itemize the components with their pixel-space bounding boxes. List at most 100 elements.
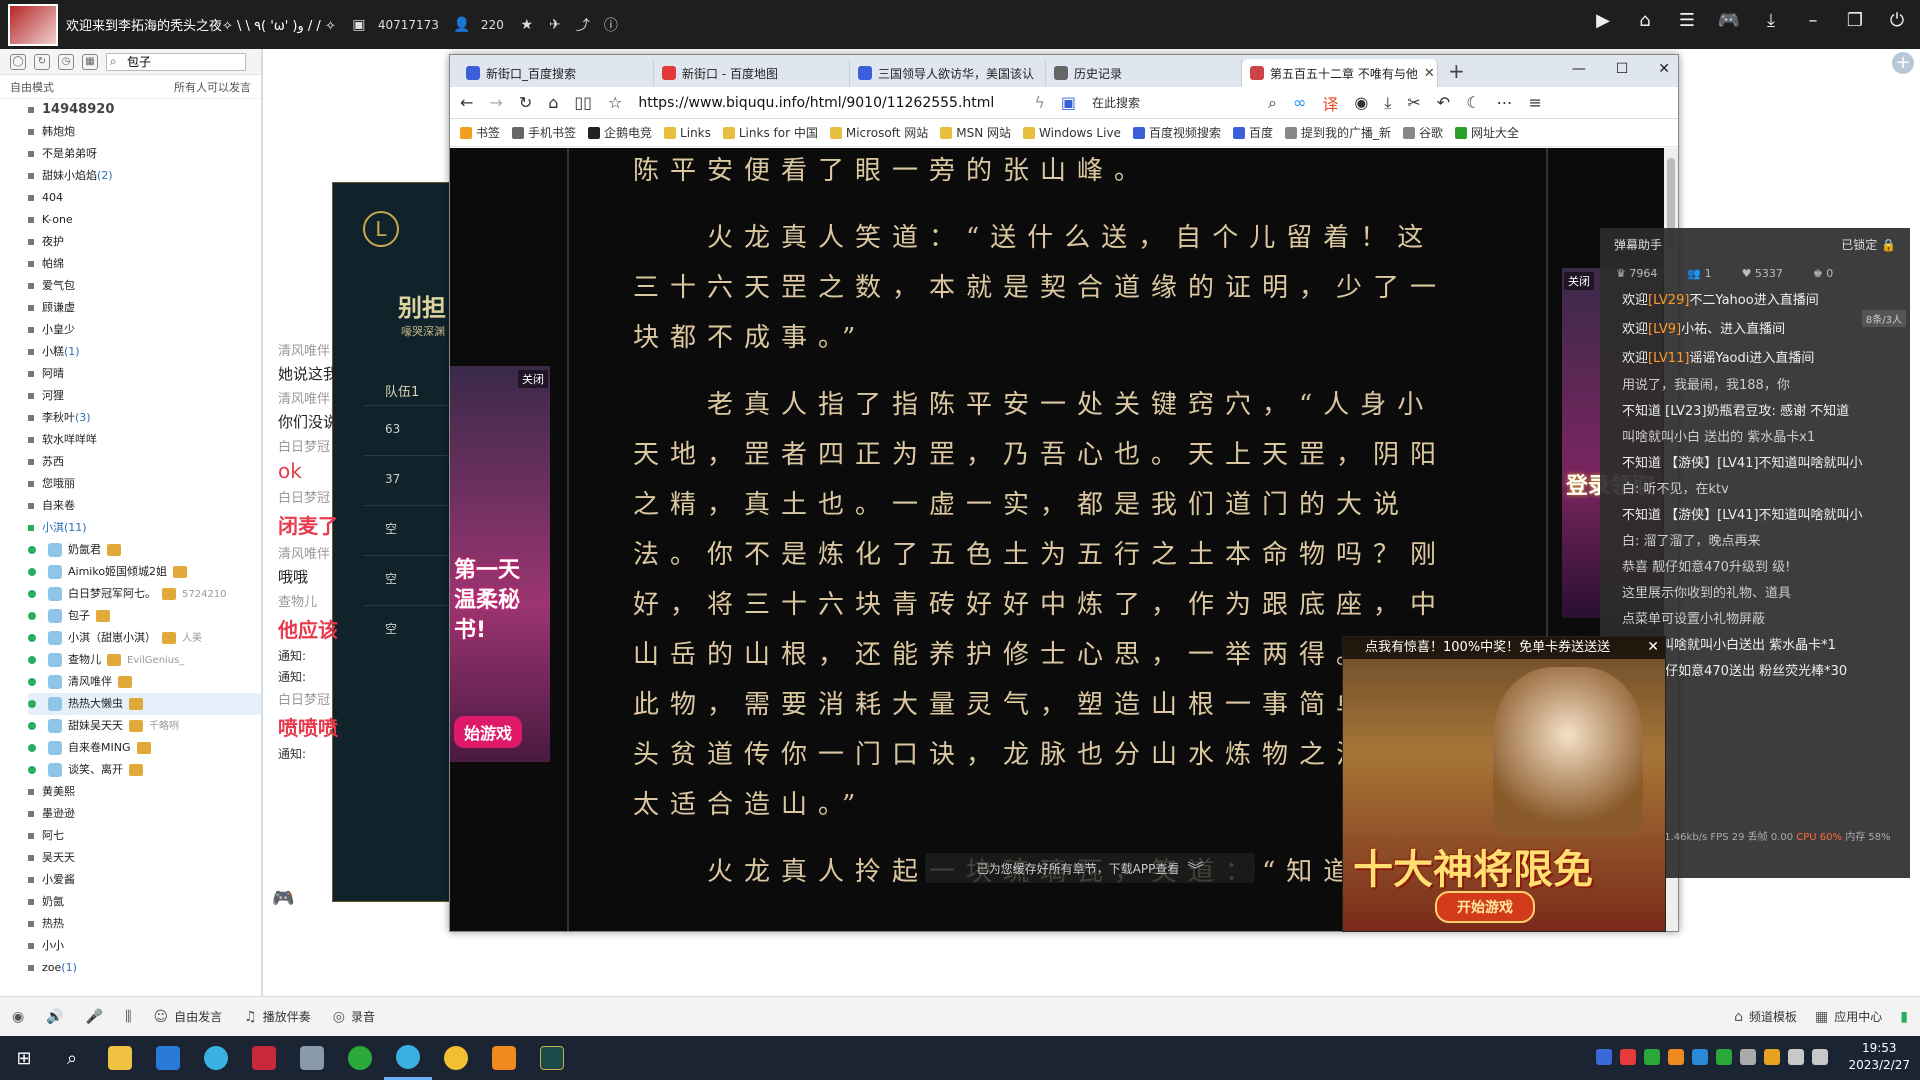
microphone-icon[interactable]: 🎤 — [86, 1009, 103, 1025]
app-window-icon[interactable] — [288, 1036, 336, 1080]
shield-icon[interactable] — [1596, 1049, 1613, 1065]
subchannel-item[interactable]: 小皇少 — [28, 319, 261, 341]
restore-icon[interactable]: ❐ — [1842, 10, 1868, 31]
subchannel-item[interactable]: 爱气包 — [28, 275, 261, 297]
subchannel-item[interactable]: 墨逊逊 — [28, 803, 261, 825]
tab-close-icon[interactable]: ✕ — [1424, 66, 1435, 81]
mode-selector[interactable]: 自由模式 — [10, 79, 54, 94]
browser-search-field[interactable]: 在此搜索 — [1092, 94, 1252, 111]
speaker-icon[interactable]: 🔊 — [46, 1009, 63, 1025]
team-slot[interactable]: 63 — [363, 405, 451, 451]
ad-start-button[interactable]: 开始游戏 — [1435, 891, 1535, 923]
member-item[interactable]: 谈笑、离开 — [28, 759, 261, 781]
channel-template-button[interactable]: ⌂ 频道模板 — [1734, 1008, 1797, 1025]
subchannel-item[interactable]: 帕绵 — [28, 253, 261, 275]
bookmark-item[interactable]: 百度 — [1232, 124, 1273, 141]
member-item[interactable]: 白日梦冠军阿七。 5724210 — [28, 583, 261, 605]
member-item[interactable]: 包子 — [28, 605, 261, 627]
subchannel-item[interactable]: 小糕(1) — [28, 341, 261, 363]
member-item[interactable]: 甜妹吴天天 千略咧 — [28, 715, 261, 737]
team-slot[interactable]: 空 — [363, 605, 451, 651]
night-mode-icon[interactable]: ☾ — [1466, 93, 1480, 112]
network-icon[interactable] — [1788, 1049, 1805, 1065]
download-app-hint[interactable]: 已为您缓存好所有章节，下载APP查看 ︾ — [925, 853, 1255, 883]
close-icon[interactable]: ✕ — [1658, 61, 1670, 77]
browser-q-icon[interactable] — [192, 1036, 240, 1080]
member-item[interactable]: Aimiko姬国倾城2姐 — [28, 561, 261, 583]
user-name[interactable]: 不二Yahoo — [1689, 293, 1753, 308]
browser-active-icon[interactable] — [384, 1036, 432, 1080]
team-slot[interactable]: 空 — [363, 505, 451, 551]
subchannel-item[interactable]: 苏西 — [28, 451, 261, 473]
game-lobby-window[interactable]: L 别担 嚎哭深渊 队伍1 63 37 空空空 — [332, 182, 452, 902]
browser-tab[interactable]: 新街口_百度搜索 — [458, 59, 654, 87]
team-slot[interactable]: 空 — [363, 555, 451, 601]
game-league-icon[interactable] — [528, 1036, 576, 1080]
gamepad-icon[interactable]: 🎮 — [1716, 10, 1742, 31]
left-game-ad[interactable]: 关闭 第一天 温柔秘书! 始游戏 — [450, 366, 550, 762]
yy-logo-icon[interactable]: ◉ — [12, 1009, 24, 1025]
tray-app-icon[interactable] — [1644, 1049, 1661, 1065]
download-icon[interactable]: ⤓ — [1758, 10, 1784, 31]
subchannel-item[interactable]: zoe(1) — [28, 957, 261, 979]
subchannel-item[interactable]: 甜妹小焰焰(2) — [28, 165, 261, 187]
tray-app-icon[interactable] — [1668, 1049, 1685, 1065]
member-item[interactable]: 奶氤君 — [28, 539, 261, 561]
channel-avatar[interactable] — [8, 3, 58, 46]
list-icon[interactable]: ☰ — [1674, 10, 1700, 31]
subchannel-item[interactable]: 黄美熙 — [28, 781, 261, 803]
browser-tab[interactable]: 第五百五十二章 不唯有与他 ✕ — [1242, 59, 1438, 87]
subchannel-item[interactable]: K-one — [28, 209, 261, 231]
search-input[interactable] — [106, 52, 246, 71]
bookmark-item[interactable]: 百度视频搜索 — [1132, 124, 1221, 141]
game-ad-popup[interactable]: 点我有惊喜！100%中奖！免单卡券送送送 ✕ 十大神将限免 开始游戏 — [1342, 636, 1666, 932]
person-icon[interactable]: ◯ — [10, 53, 26, 70]
active-subchannel[interactable]: 小淇(11) — [28, 517, 261, 539]
minimize-icon[interactable]: — — [1572, 61, 1586, 77]
ad-play-button[interactable]: 始游戏 — [454, 716, 523, 748]
subchannel-item[interactable]: 吴天天 — [28, 847, 261, 869]
member-item[interactable]: 自来卷MING — [28, 737, 261, 759]
tray-app-icon[interactable] — [1764, 1049, 1781, 1065]
bookmark-item[interactable]: 谷歌 — [1402, 124, 1443, 141]
bookmark-item[interactable]: Links — [664, 126, 711, 140]
bookmark-item[interactable]: Windows Live — [1023, 126, 1121, 140]
search-icon[interactable]: ⌕ — [48, 1036, 96, 1080]
maximize-icon[interactable]: ☐ — [1616, 61, 1629, 77]
bookmark-item[interactable]: 网址大全 — [1455, 124, 1519, 141]
ad-close-button[interactable]: 关闭 — [518, 370, 548, 388]
home-icon[interactable]: ⌂ — [548, 93, 558, 112]
app-center-button[interactable]: ▦ 应用中心 — [1815, 1008, 1882, 1025]
extension-icon[interactable]: ∞ — [1293, 93, 1306, 112]
browser-tab[interactable]: 新街口 - 百度地图 — [654, 59, 850, 87]
video-icon[interactable]: ▶ — [1590, 10, 1616, 31]
team-slot[interactable]: 37 — [363, 455, 451, 501]
subchannel-item[interactable]: 小小 — [28, 935, 261, 957]
subchannel-item[interactable]: 夜护 — [28, 231, 261, 253]
free-speak-button[interactable]: ☺ 自由发言 — [154, 1008, 223, 1025]
bookmark-item[interactable]: Links for 中国 — [722, 124, 818, 141]
clock-icon[interactable]: ◷ — [58, 53, 74, 70]
home-icon[interactable]: ⌂ — [1632, 10, 1658, 31]
airplane-icon[interactable]: ✈ — [546, 16, 564, 34]
subchannel-item[interactable]: 阿七 — [28, 825, 261, 847]
subchannel-item[interactable]: 404 — [28, 187, 261, 209]
back-icon[interactable]: ← — [460, 93, 473, 112]
bookmark-item[interactable]: 手机书签 — [512, 124, 576, 141]
bookmark-item[interactable]: MSN 网站 — [940, 124, 1011, 141]
search-icon[interactable]: ⌕ — [1268, 93, 1277, 113]
power-icon[interactable]: ⏻ — [1884, 10, 1910, 31]
user-name[interactable]: 小祐、 — [1681, 322, 1720, 337]
subchannel-item[interactable]: 自来卷 — [28, 495, 261, 517]
minimize-icon[interactable]: – — [1800, 10, 1826, 31]
refresh-icon[interactable]: ↻ — [34, 53, 50, 70]
reader-icon[interactable]: ▯▯ — [574, 93, 592, 112]
equalizer-icon[interactable]: ⫼ — [125, 1009, 131, 1025]
lightning-icon[interactable]: ϟ — [1034, 93, 1045, 112]
app-orange-icon[interactable] — [480, 1036, 528, 1080]
scissors-icon[interactable]: ✂ — [1407, 93, 1420, 112]
app-k-icon[interactable] — [144, 1036, 192, 1080]
mic-tray-icon[interactable] — [1740, 1049, 1757, 1065]
tray-app-icon[interactable] — [1620, 1049, 1637, 1065]
new-tab-button[interactable]: + — [1438, 59, 1475, 87]
